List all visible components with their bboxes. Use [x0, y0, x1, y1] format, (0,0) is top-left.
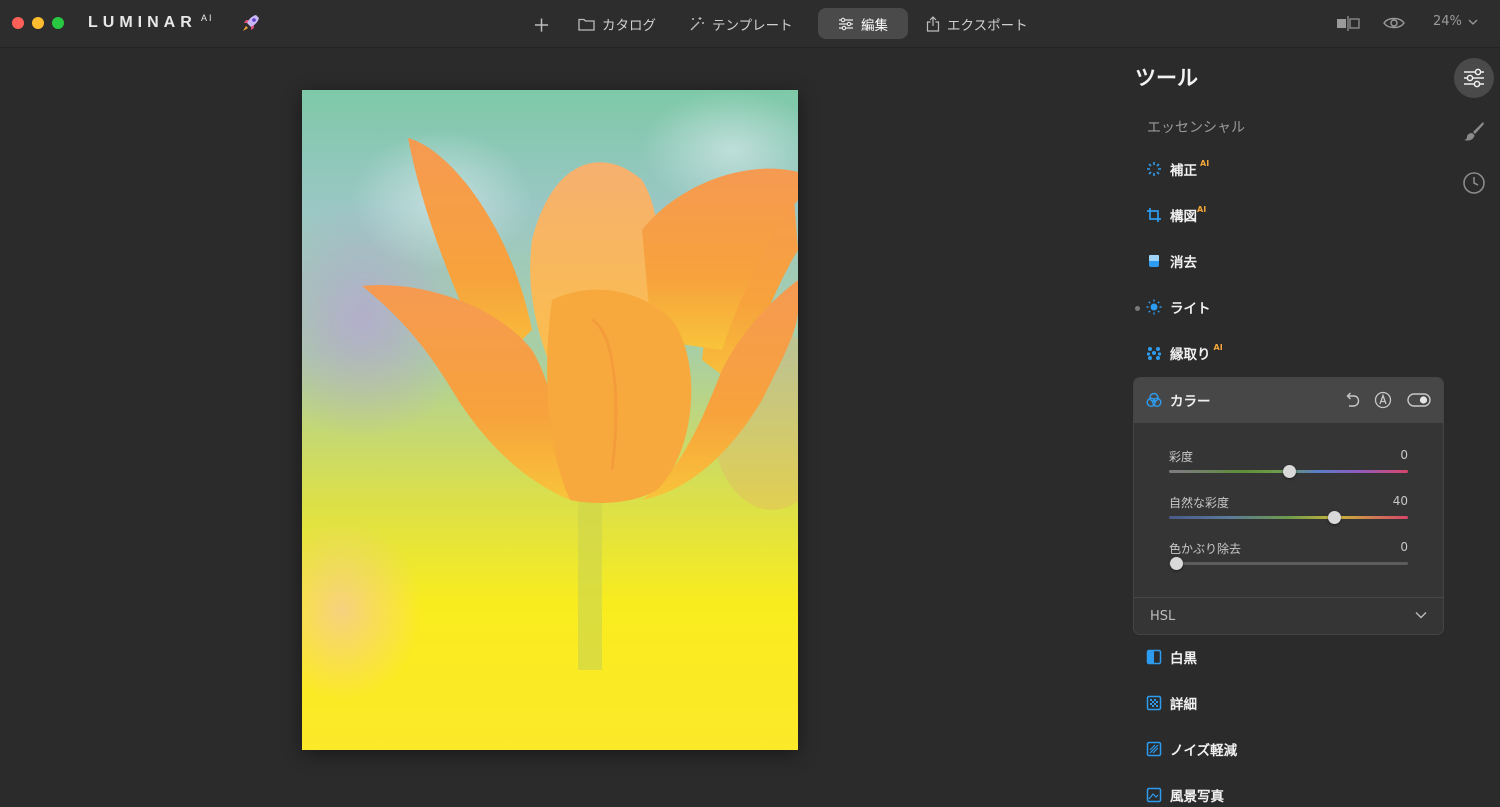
tool-vignette-label: 縁取り: [1170, 347, 1211, 363]
tulip-photo: [302, 90, 798, 700]
tool-landscape-label: 風景写真: [1170, 789, 1224, 805]
tool-enhance-label: 補正: [1170, 163, 1197, 179]
hsl-section-toggle[interactable]: HSL: [1134, 597, 1443, 634]
vibrance-value: 40: [1392, 494, 1408, 508]
tool-structure-label: 構図: [1170, 209, 1197, 225]
tab-edit[interactable]: 編集: [818, 8, 908, 39]
title-bar: LUMINAR AI カタログ テンプレート 編集 エクスポート 24%: [0, 0, 1500, 48]
tab-templates[interactable]: テンプレート: [688, 10, 793, 38]
sliders-icon: [839, 17, 853, 30]
vibrance-knob[interactable]: [1327, 511, 1341, 524]
tool-black-white[interactable]: 白黒: [1146, 645, 1197, 669]
tool-details[interactable]: 詳細: [1146, 691, 1197, 715]
tools-panel-title: ツール: [1135, 66, 1198, 90]
tool-light[interactable]: ライト: [1146, 295, 1211, 319]
hsl-label: HSL: [1150, 609, 1176, 624]
tool-structure[interactable]: 構図 AI: [1146, 203, 1206, 227]
tool-color-label: カラー: [1170, 394, 1211, 410]
landscape-icon: [1146, 787, 1162, 803]
saturation-label: 彩度: [1169, 450, 1194, 464]
saturation-knob[interactable]: [1282, 465, 1296, 478]
history-rail-button[interactable]: [1459, 168, 1489, 198]
bw-icon: [1146, 649, 1162, 665]
color-tool-card: カラー 彩度 0 自然な彩度 40 色かぶり除去 0 HSL: [1133, 377, 1444, 635]
eraser-icon: [1146, 253, 1162, 269]
photo-canvas[interactable]: [302, 90, 798, 750]
tool-vignette[interactable]: 縁取り AI: [1146, 341, 1223, 365]
sliders-icon: [1464, 68, 1484, 88]
saturation-value: 0: [1400, 448, 1408, 462]
tools-rail-button[interactable]: [1454, 58, 1494, 98]
brush-icon: [1464, 122, 1484, 141]
app-logo: LUMINAR: [88, 14, 197, 31]
app-logo-suffix: AI: [201, 13, 214, 23]
remove-color-cast-label: 色かぶり除去: [1169, 542, 1242, 556]
color-circles-icon: [1146, 392, 1162, 408]
sparkle-wand-icon: [690, 17, 704, 31]
toggle-icon[interactable]: [1407, 392, 1431, 408]
preview-button[interactable]: [1383, 14, 1405, 32]
pen-circle-icon[interactable]: [1374, 391, 1392, 409]
zoom-dropdown[interactable]: 24%: [1433, 14, 1478, 29]
essentials-section-label[interactable]: エッセンシャル: [1147, 117, 1245, 137]
zoom-value: 24%: [1433, 14, 1462, 29]
eye-icon: [1383, 17, 1405, 29]
tool-light-label: ライト: [1170, 301, 1211, 317]
tool-denoise-label: ノイズ軽減: [1170, 743, 1238, 759]
compare-button[interactable]: [1336, 14, 1360, 32]
zoom-window-button[interactable]: [52, 17, 64, 29]
undo-icon[interactable]: [1343, 391, 1361, 409]
vibrance-track[interactable]: [1169, 516, 1408, 519]
share-icon: [926, 16, 940, 32]
magic-wand-icon: [1146, 161, 1162, 177]
tool-enhance[interactable]: 補正 AI: [1146, 157, 1209, 181]
tool-color[interactable]: カラー: [1146, 388, 1211, 412]
tool-denoise[interactable]: ノイズ軽減: [1146, 737, 1237, 761]
tab-templates-label: テンプレート: [712, 18, 793, 34]
plus-icon: [534, 18, 549, 32]
brush-rail-button[interactable]: [1459, 116, 1489, 146]
color-tool-header[interactable]: カラー: [1134, 378, 1443, 423]
tool-landscape[interactable]: 風景写真: [1146, 783, 1224, 807]
noise-icon: [1146, 741, 1162, 757]
tab-edit-label: 編集: [861, 17, 888, 34]
tool-details-label: 詳細: [1170, 697, 1197, 713]
light-modified-indicator: [1135, 306, 1140, 311]
tab-catalog[interactable]: カタログ: [578, 10, 656, 38]
compare-icon: [1337, 16, 1360, 31]
folder-icon: [578, 18, 595, 31]
minimize-window-button[interactable]: [32, 17, 44, 29]
remove-color-cast-value: 0: [1400, 540, 1408, 554]
tool-erase[interactable]: 消去: [1146, 249, 1197, 273]
ai-badge: AI: [1200, 158, 1210, 168]
vibrance-label: 自然な彩度: [1169, 496, 1230, 510]
remove-color-cast-track[interactable]: [1169, 562, 1408, 565]
remove-color-cast-knob[interactable]: [1170, 557, 1184, 570]
sun-icon: [1146, 299, 1162, 315]
ai-badge: AI: [1197, 204, 1207, 214]
chevron-down-icon: [1415, 612, 1427, 619]
ai-badge: AI: [1213, 342, 1223, 352]
rocket-icon[interactable]: [240, 12, 262, 34]
clock-icon: [1463, 172, 1485, 194]
chevron-down-icon: [1468, 19, 1478, 25]
detail-icon: [1146, 695, 1162, 711]
tab-export[interactable]: エクスポート: [926, 10, 1028, 38]
dots-icon: [1146, 345, 1162, 361]
crop-icon: [1146, 207, 1162, 223]
close-window-button[interactable]: [12, 17, 24, 29]
tool-erase-label: 消去: [1170, 255, 1197, 271]
tab-catalog-label: カタログ: [602, 18, 656, 34]
tab-export-label: エクスポート: [947, 18, 1028, 34]
add-photos-button[interactable]: [534, 11, 556, 39]
tool-black-white-label: 白黒: [1170, 651, 1197, 667]
